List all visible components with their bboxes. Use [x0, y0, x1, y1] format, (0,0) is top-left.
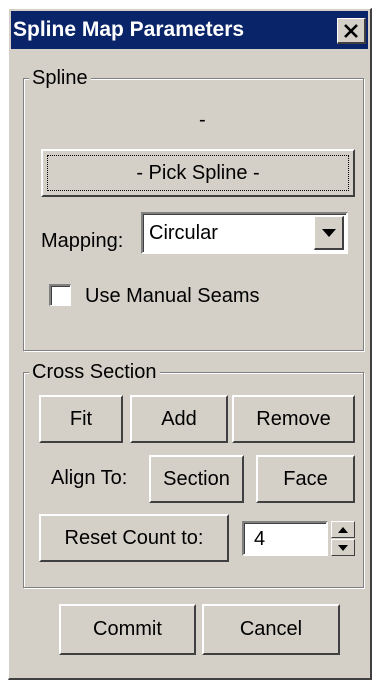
- spinner-up-button[interactable]: [331, 521, 355, 538]
- fit-button-label: Fit: [69, 407, 93, 430]
- commit-button-label: Commit: [93, 618, 162, 640]
- reset-count-value: 4: [254, 528, 266, 550]
- reset-count-label: Reset Count to:: [64, 526, 204, 549]
- use-manual-seams-label[interactable]: Use Manual Seams: [85, 285, 260, 308]
- remove-button-label: Remove: [256, 407, 331, 430]
- align-face-label: Face: [283, 467, 328, 490]
- reset-count-spinner[interactable]: [331, 521, 355, 556]
- close-icon: [344, 23, 358, 38]
- spinner-down-button[interactable]: [331, 539, 355, 556]
- add-button[interactable]: Add: [130, 395, 228, 443]
- chevron-down-icon: [321, 228, 336, 237]
- mapping-label: Mapping:: [41, 230, 124, 252]
- cancel-button[interactable]: Cancel: [202, 604, 340, 655]
- pick-spline-label: - Pick Spline -: [136, 161, 260, 184]
- title-bar[interactable]: Spline Map Parameters: [11, 11, 368, 49]
- pick-spline-button[interactable]: - Pick Spline -: [41, 149, 355, 197]
- spline-map-parameters-dialog: Spline Map Parameters Spline - - Pick Sp…: [8, 8, 372, 680]
- current-spline-name: -: [199, 109, 206, 131]
- remove-button[interactable]: Remove: [232, 395, 355, 443]
- align-face-button[interactable]: Face: [256, 455, 355, 503]
- fit-button[interactable]: Fit: [39, 395, 123, 443]
- align-to-label: Align To:: [51, 467, 128, 489]
- commit-button[interactable]: Commit: [59, 604, 196, 655]
- align-section-button[interactable]: Section: [149, 455, 244, 503]
- mapping-value: Circular: [149, 222, 218, 244]
- window-title: Spline Map Parameters: [13, 18, 245, 41]
- reset-count-button[interactable]: Reset Count to:: [39, 514, 229, 562]
- cross-section-group-label: Cross Section: [29, 361, 160, 383]
- align-section-label: Section: [163, 467, 230, 490]
- chevron-up-icon: [338, 526, 348, 533]
- mapping-dropdown[interactable]: Circular: [141, 212, 348, 254]
- cancel-button-label: Cancel: [239, 618, 303, 640]
- use-manual-seams-checkbox[interactable]: [49, 284, 71, 306]
- reset-count-spinner-field[interactable]: 4: [242, 521, 328, 556]
- pick-spline-focus-rect: - Pick Spline -: [47, 155, 349, 191]
- spline-group-label: Spline: [29, 67, 91, 89]
- chevron-down-icon: [338, 544, 348, 551]
- close-button[interactable]: [337, 18, 366, 44]
- mapping-dropdown-button[interactable]: [314, 216, 344, 250]
- add-button-label: Add: [161, 407, 197, 430]
